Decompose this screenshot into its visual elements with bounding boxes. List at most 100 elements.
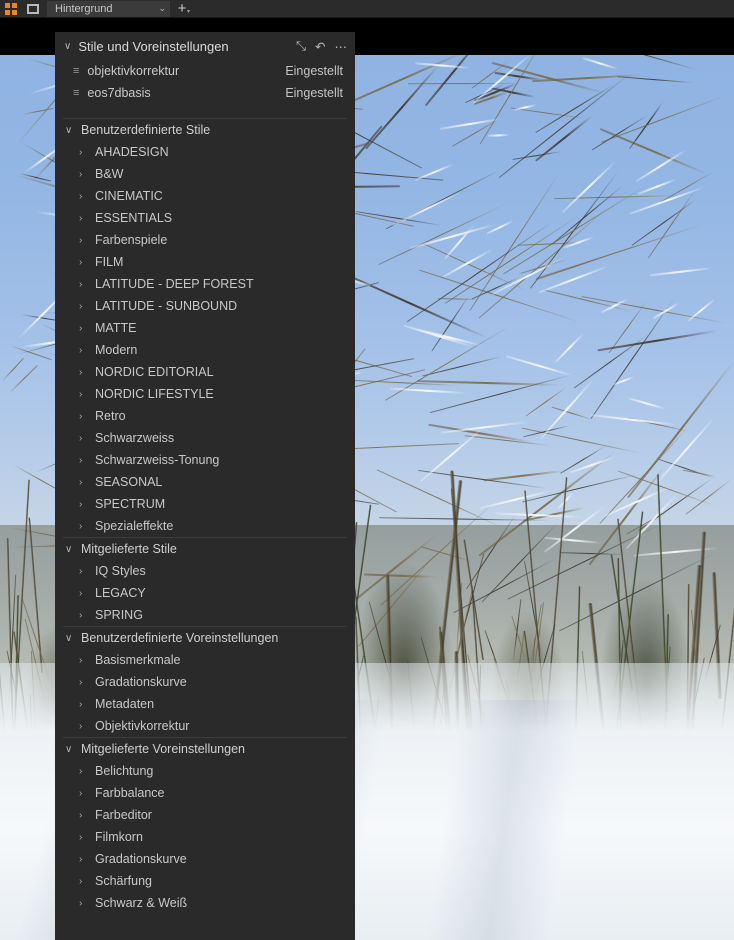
chevron-right-icon: › — [79, 853, 83, 865]
list-item-label: Modern — [95, 343, 138, 357]
list-item[interactable]: › LATITUDE - SUNBOUND — [55, 295, 355, 317]
list-item-label: Objektivkorrektur — [95, 719, 190, 733]
list-item[interactable]: › Schwarz & Weiß — [55, 892, 355, 914]
list-item[interactable]: › Schwarzweiss-Tonung — [55, 449, 355, 471]
list-item[interactable]: › Modern — [55, 339, 355, 361]
chevron-right-icon: › — [79, 322, 83, 334]
chevron-right-icon: › — [79, 476, 83, 488]
list-item[interactable]: › Farbenspiele — [55, 229, 355, 251]
chevron-right-icon: › — [79, 168, 83, 180]
list-item[interactable]: › LEGACY — [55, 582, 355, 604]
list-item-label: CINEMATIC — [95, 189, 163, 203]
list-item[interactable]: › Objektivkorrektur — [55, 715, 355, 737]
list-item[interactable]: › Metadaten — [55, 693, 355, 715]
list-item-label: LEGACY — [95, 586, 146, 600]
list-item-label: AHADESIGN — [95, 145, 169, 159]
single-view-icon[interactable] — [22, 0, 44, 18]
add-button[interactable]: + ▾ — [170, 0, 194, 18]
chevron-down-icon: ∨ — [65, 632, 73, 644]
list-item-label: Schwarzweiss — [95, 431, 175, 445]
list-item[interactable]: › MATTE — [55, 317, 355, 339]
more-options-icon[interactable]: ⋯ — [335, 39, 348, 54]
group-label: Mitgelieferte Stile — [81, 542, 177, 556]
grid-view-icon[interactable] — [0, 0, 22, 18]
reset-icon[interactable]: ↶ — [315, 39, 325, 54]
list-item[interactable]: › Retro — [55, 405, 355, 427]
list-item-label: ESSENTIALS — [95, 211, 173, 225]
list-item-label: Basismerkmale — [95, 653, 181, 667]
chevron-down-icon[interactable]: ∨ — [64, 41, 71, 52]
list-item-label: IQ Styles — [95, 564, 146, 578]
group-label: Benutzerdefinierte Stile — [81, 123, 211, 137]
application-window: Hintergrund ⌄ + ▾ ∨ Stile und Voreinstel… — [0, 0, 734, 940]
list-item[interactable]: › Farbbalance — [55, 782, 355, 804]
group-header-3[interactable]: ∨ Mitgelieferte Voreinstellungen — [55, 738, 355, 760]
drag-handle-icon[interactable]: ≡ — [73, 87, 79, 99]
list-item-label: SPRING — [95, 608, 143, 622]
list-item[interactable]: › FILM — [55, 251, 355, 273]
list-item-label: FILM — [95, 255, 124, 269]
list-item[interactable]: › NORDIC EDITORIAL — [55, 361, 355, 383]
chevron-right-icon: › — [79, 875, 83, 887]
list-item[interactable]: › B&W — [55, 163, 355, 185]
list-item[interactable]: › Gradationskurve — [55, 848, 355, 870]
list-item[interactable]: › Farbeditor — [55, 804, 355, 826]
list-item-label: Schwarz & Weiß — [95, 896, 188, 910]
chevron-right-icon: › — [79, 432, 83, 444]
group-header-2[interactable]: ∨ Benutzerdefinierte Voreinstellungen — [55, 627, 355, 649]
chevron-right-icon: › — [79, 344, 83, 356]
chevron-right-icon: › — [79, 256, 83, 268]
list-item-label: Farbenspiele — [95, 233, 168, 247]
list-item-label: Farbbalance — [95, 786, 165, 800]
chevron-right-icon: › — [79, 720, 83, 732]
view-mode-dropdown[interactable]: Hintergrund ⌄ — [47, 0, 170, 17]
list-item[interactable]: › Belichtung — [55, 760, 355, 782]
list-item[interactable]: › LATITUDE - DEEP FOREST — [55, 273, 355, 295]
status-badge: Eingestellt — [285, 86, 343, 100]
list-item[interactable]: › Gradationskurve — [55, 671, 355, 693]
chevron-right-icon: › — [79, 698, 83, 710]
view-mode-label: Hintergrund — [55, 2, 113, 15]
top-toolbar: Hintergrund ⌄ + ▾ — [0, 0, 734, 18]
chevron-right-icon: › — [79, 190, 83, 202]
preset-name: eos7dbasis — [87, 86, 151, 100]
list-item[interactable]: › AHADESIGN — [55, 141, 355, 163]
list-item[interactable]: › SPECTRUM — [55, 493, 355, 515]
list-item[interactable]: › Spezialeffekte — [55, 515, 355, 537]
group-header-1[interactable]: ∨ Mitgelieferte Stile — [55, 538, 355, 560]
chevron-right-icon: › — [79, 787, 83, 799]
list-item[interactable]: › IQ Styles — [55, 560, 355, 582]
list-item[interactable]: ≡ eos7dbasis Eingestellt — [55, 82, 355, 104]
styles-tree: ∨ Benutzerdefinierte Stile › AHADESIGN › B&W ›… — [55, 118, 355, 914]
list-item[interactable]: › ESSENTIALS — [55, 207, 355, 229]
list-item-label: LATITUDE - SUNBOUND — [95, 299, 238, 313]
chevron-right-icon: › — [79, 609, 83, 621]
list-item[interactable]: › NORDIC LIFESTYLE — [55, 383, 355, 405]
plus-icon: + — [177, 0, 187, 17]
list-item-label: Gradationskurve — [95, 675, 187, 689]
list-item[interactable]: › SPRING — [55, 604, 355, 626]
chevron-right-icon: › — [79, 388, 83, 400]
list-item[interactable]: › Schärfung — [55, 870, 355, 892]
group-header-0[interactable]: ∨ Benutzerdefinierte Stile — [55, 119, 355, 141]
list-item[interactable]: › Basismerkmale — [55, 649, 355, 671]
applied-presets-list: ≡ objektivkorrektur Eingestellt ≡ eos7db… — [55, 60, 355, 104]
panel-header[interactable]: ∨ Stile und Voreinstellungen ⤡ ↶ ⋯ — [55, 32, 355, 60]
chevron-right-icon: › — [79, 587, 83, 599]
list-item-label: Farbeditor — [95, 808, 152, 822]
list-item[interactable]: › Schwarzweiss — [55, 427, 355, 449]
list-item[interactable]: › SEASONAL — [55, 471, 355, 493]
list-item[interactable]: › Filmkorn — [55, 826, 355, 848]
list-item-label: MATTE — [95, 321, 137, 335]
drag-handle-icon[interactable]: ≡ — [73, 65, 79, 77]
panel-header-actions: ⤡ ↶ ⋯ — [296, 39, 347, 54]
list-item[interactable]: ≡ objektivkorrektur Eingestellt — [55, 60, 355, 82]
expand-icon[interactable]: ⤡ — [296, 39, 306, 54]
chevron-right-icon: › — [79, 565, 83, 577]
list-item-label: SPECTRUM — [95, 497, 166, 511]
group-label: Benutzerdefinierte Voreinstellungen — [81, 631, 279, 645]
list-item-label: LATITUDE - DEEP FOREST — [95, 277, 254, 291]
chevron-down-icon: ∨ — [65, 743, 73, 755]
list-item-label: B&W — [95, 167, 124, 181]
list-item[interactable]: › CINEMATIC — [55, 185, 355, 207]
